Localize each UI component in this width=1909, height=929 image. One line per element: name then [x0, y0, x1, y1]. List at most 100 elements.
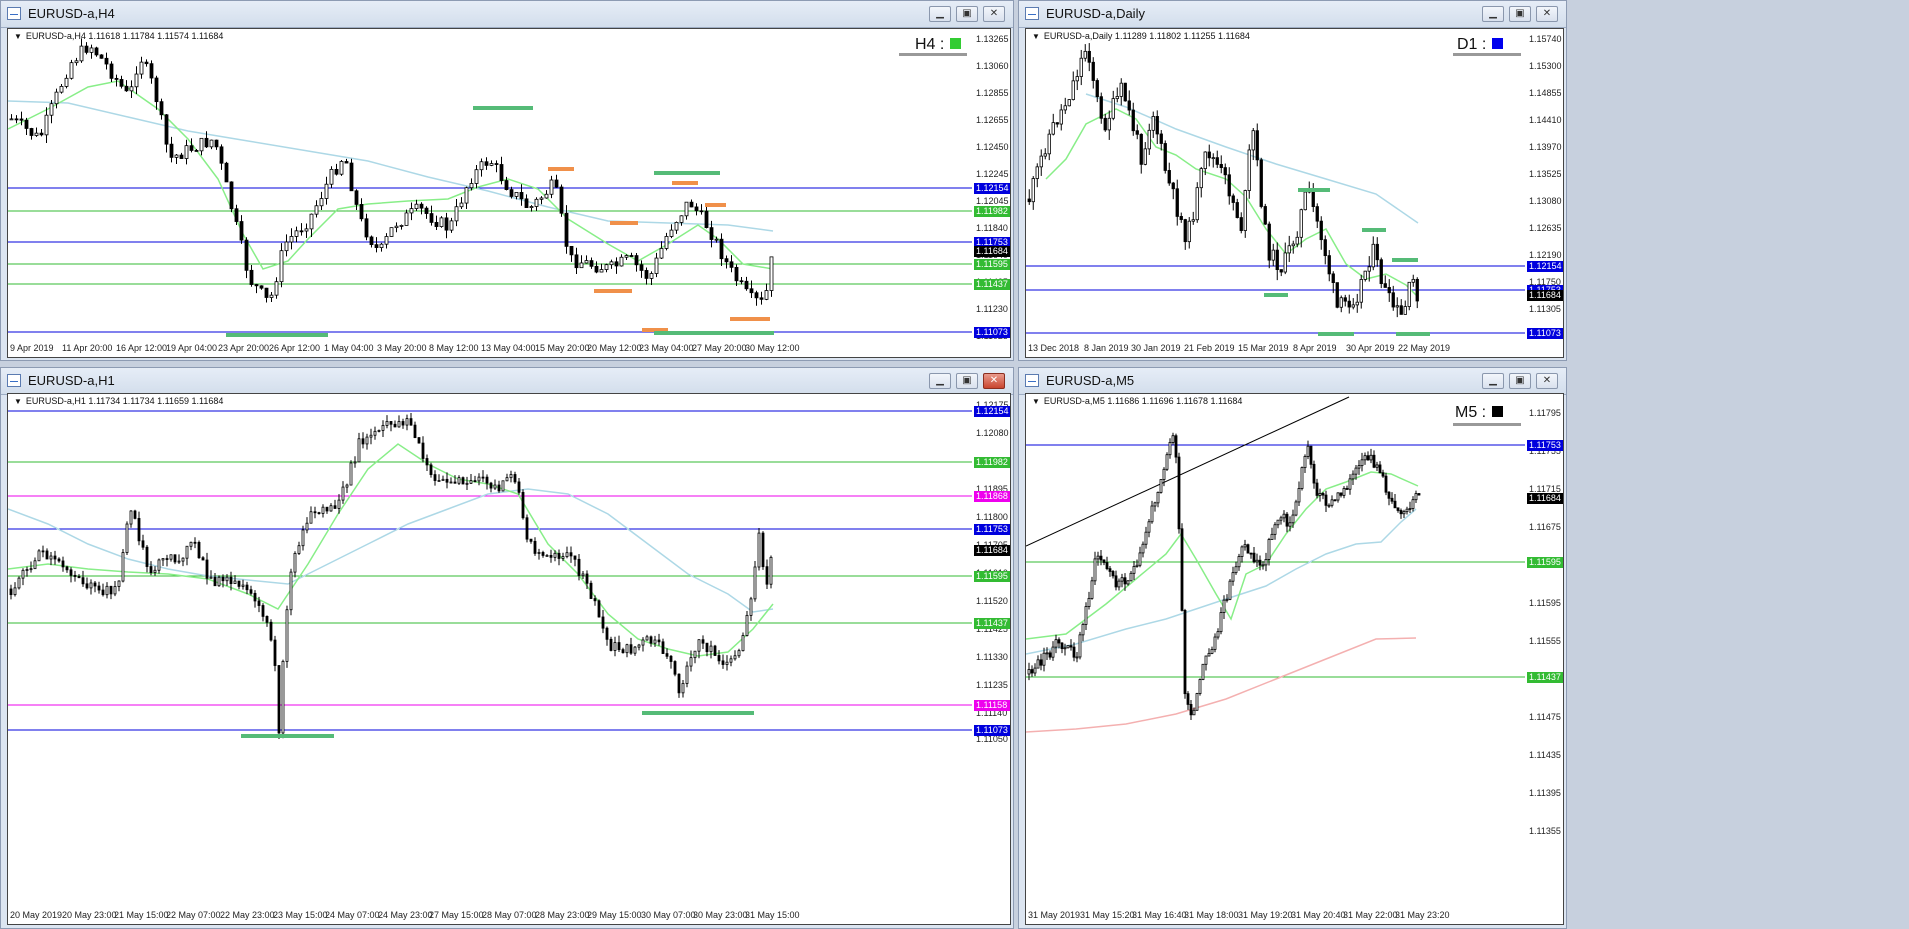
- candle-body: [1072, 646, 1076, 658]
- candle-body: [1309, 445, 1313, 465]
- candle-body: [9, 588, 13, 596]
- chart-ohlc: EURUSD-a,H1 1.11734 1.11734 1.11659 1.11…: [25, 396, 224, 406]
- candle-body: [1144, 531, 1148, 545]
- maximize-button[interactable]: ▣: [956, 373, 978, 389]
- candle-body: [279, 250, 284, 283]
- window-title: EURUSD-a,H4: [28, 6, 115, 21]
- candle-body: [1411, 499, 1415, 509]
- candle-body: [1267, 539, 1271, 560]
- chart-canvas[interactable]: [8, 394, 972, 908]
- close-button[interactable]: ✕: [983, 373, 1005, 389]
- time-tick-label: 19 Apr 04:00: [166, 343, 218, 353]
- close-button[interactable]: ✕: [983, 6, 1005, 22]
- candle-body: [1186, 693, 1190, 705]
- candle-body: [725, 661, 729, 665]
- moving-average-slow: [1085, 93, 1419, 224]
- candle-body: [1291, 243, 1295, 247]
- candle-body: [1363, 455, 1367, 461]
- chart-plot-area[interactable]: ▼ EURUSD-a,H4 1.11618 1.11784 1.11574 1.1…: [7, 28, 1011, 358]
- price-axis[interactable]: 1.13265 1.13060 1.12855 1.12655 1.12450 1.122…: [972, 29, 1010, 341]
- candle-body: [1231, 195, 1235, 203]
- maximize-button[interactable]: ▣: [1509, 373, 1531, 389]
- time-tick-label: 31 May 15:00: [745, 910, 800, 920]
- candle-body: [1327, 504, 1331, 507]
- candle-body: [1095, 80, 1099, 98]
- candle-body: [1051, 122, 1055, 135]
- time-axis[interactable]: 13 Dec 2018 8 Jan 2019 30 Jan 2019 21 Feb 2…: [1026, 341, 1563, 357]
- candle-body: [369, 434, 373, 438]
- candle-body: [1171, 182, 1175, 190]
- chart-window-daily[interactable]: EURUSD-a,Daily ▁ ▣ ✕ ▼ EURUSD-a,Daily 1.1…: [1018, 0, 1567, 361]
- chart-canvas[interactable]: [8, 29, 972, 341]
- candle-body: [1243, 190, 1247, 231]
- candle-body: [1071, 80, 1075, 100]
- candle-body: [629, 255, 634, 257]
- window-titlebar[interactable]: EURUSD-a,H1 ▁ ▣ ✕: [1, 368, 1013, 395]
- candle-body: [324, 183, 329, 199]
- window-titlebar[interactable]: EURUSD-a,M5 ▁ ▣ ✕: [1019, 368, 1566, 395]
- chart-menu-triangle-icon[interactable]: ▼: [1032, 397, 1040, 406]
- candle-body: [1163, 143, 1167, 171]
- time-tick-label: 21 May 15:00: [114, 910, 169, 920]
- candle-body: [589, 260, 594, 267]
- maximize-button[interactable]: ▣: [1509, 6, 1531, 22]
- chart-menu-triangle-icon[interactable]: ▼: [14, 32, 22, 41]
- maximize-button[interactable]: ▣: [956, 6, 978, 22]
- chart-plot-area[interactable]: ▼ EURUSD-a,M5 1.11686 1.11696 1.11678 1.1…: [1025, 393, 1564, 925]
- candle-body: [117, 580, 121, 587]
- time-axis[interactable]: 9 Apr 2019 11 Apr 20:00 16 Apr 12:00 19 Apr…: [8, 341, 1010, 357]
- time-axis[interactable]: 31 May 2019 31 May 15:20 31 May 16:40 31 Ma…: [1026, 908, 1563, 924]
- time-tick-label: 1 May 04:00: [324, 343, 374, 353]
- candle-body: [1139, 133, 1143, 165]
- candle-body: [634, 255, 639, 266]
- candle-body: [45, 550, 49, 560]
- minimize-button[interactable]: ▁: [1482, 373, 1504, 389]
- chart-canvas[interactable]: [1026, 394, 1525, 908]
- window-titlebar[interactable]: EURUSD-a,Daily ▁ ▣ ✕: [1019, 1, 1566, 28]
- chart-canvas[interactable]: [1026, 29, 1525, 341]
- window-titlebar[interactable]: EURUSD-a,H4 ▁ ▣ ✕: [1, 1, 1013, 28]
- close-button[interactable]: ✕: [1536, 373, 1558, 389]
- candle-body: [1107, 117, 1111, 131]
- chart-menu-triangle-icon[interactable]: ▼: [1032, 32, 1040, 41]
- chart-window-m5[interactable]: EURUSD-a,M5 ▁ ▣ ✕ ▼ EURUSD-a,M5 1.11686 1…: [1018, 367, 1567, 929]
- chart-window-icon: [1025, 374, 1039, 387]
- time-tick-label: 15 Mar 2019: [1238, 343, 1289, 353]
- chart-window-h4[interactable]: EURUSD-a,H4 ▁ ▣ ✕ ▼ EURUSD-a,H4 1.11618 1…: [0, 0, 1014, 361]
- candle-body: [677, 673, 681, 694]
- minimize-button[interactable]: ▁: [929, 6, 951, 22]
- candle-body: [344, 161, 349, 164]
- timeframe-label: M5 :: [1455, 404, 1487, 421]
- candle-body: [429, 464, 433, 475]
- candle-body: [1315, 482, 1319, 496]
- candle-body: [1087, 50, 1091, 63]
- trendline[interactable]: [1026, 396, 1350, 547]
- candle-body: [144, 61, 149, 65]
- candle-body: [1339, 297, 1343, 308]
- time-tick-label: 13 Dec 2018: [1028, 343, 1080, 353]
- time-axis[interactable]: 20 May 2019 20 May 23:00 21 May 15:00 22 Ma…: [8, 908, 1010, 924]
- candle-body: [1273, 524, 1277, 535]
- price-axis[interactable]: 1.117951.117551.117151.116751.116351.115…: [1525, 394, 1563, 908]
- price-axis[interactable]: 1.15740 1.15300 1.14855 1.14410 1.13970 1.135…: [1525, 29, 1563, 341]
- price-tick-label: 1.12655: [976, 115, 1009, 125]
- candle-body: [359, 204, 364, 220]
- close-button[interactable]: ✕: [1536, 6, 1558, 22]
- candle-body: [361, 438, 365, 445]
- price-axis[interactable]: 1.121751.120801.119851.118951.118001.117…: [972, 394, 1010, 908]
- chart-plot-area[interactable]: ▼ EURUSD-a,H1 1.11734 1.11734 1.11659 1.1…: [7, 393, 1011, 925]
- candle-body: [1335, 282, 1339, 308]
- chart-menu-triangle-icon[interactable]: ▼: [14, 397, 22, 406]
- time-tick-label: 31 May 2019: [1028, 910, 1081, 920]
- candle-body: [153, 569, 157, 573]
- candle-body: [1223, 167, 1227, 176]
- candle-body: [1282, 513, 1286, 519]
- minimize-button[interactable]: ▁: [929, 373, 951, 389]
- chart-window-h1[interactable]: EURUSD-a,H1 ▁ ▣ ✕ ▼ EURUSD-a,H1 1.11734 1…: [0, 367, 1014, 929]
- moving-average-200: [1026, 637, 1417, 733]
- chart-plot-area[interactable]: ▼ EURUSD-a,Daily 1.11289 1.11802 1.11255 …: [1025, 28, 1564, 358]
- candle-body: [444, 217, 449, 231]
- minimize-button[interactable]: ▁: [1482, 6, 1504, 22]
- candle-body: [277, 665, 281, 734]
- candle-body: [434, 222, 439, 227]
